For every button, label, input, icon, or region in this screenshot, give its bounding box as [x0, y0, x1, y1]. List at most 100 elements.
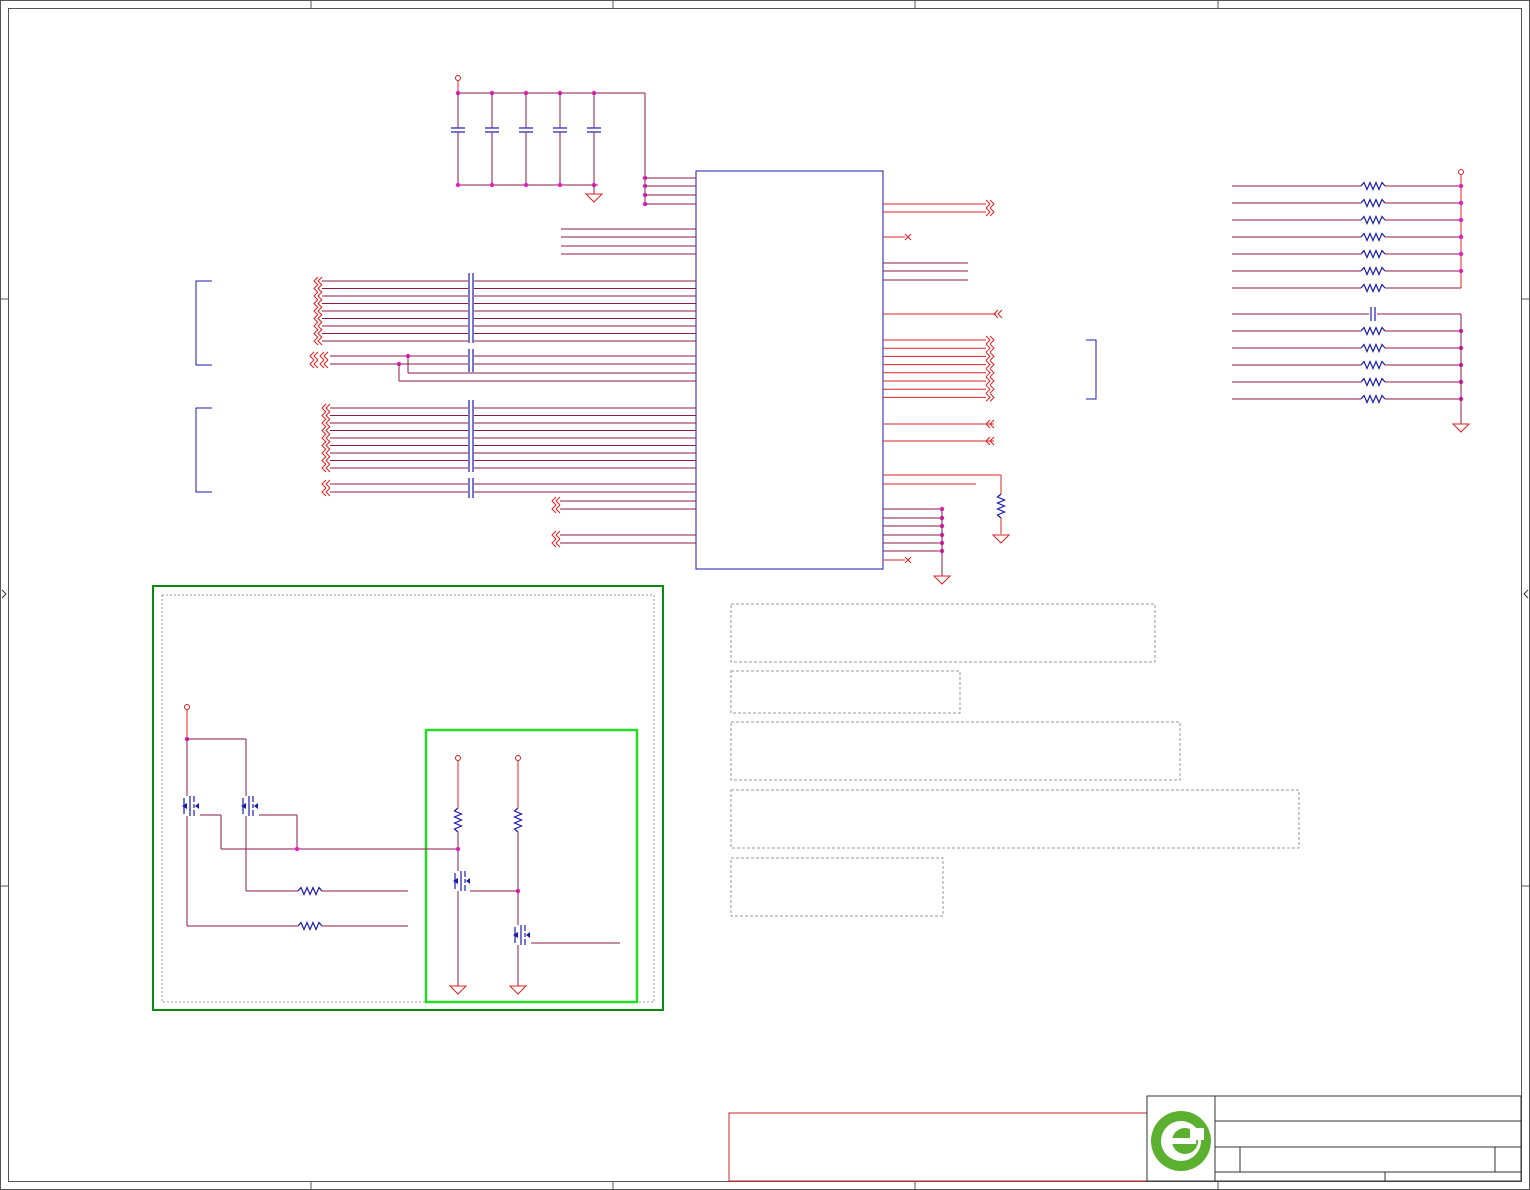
junction-dot: [1458, 251, 1464, 257]
note-box-1: [730, 603, 1156, 663]
junction-dot: [1458, 183, 1464, 189]
net-port-arrow-icon: [551, 496, 561, 506]
capacitor-icon: [485, 127, 499, 133]
net-port-arrow-icon: [319, 351, 329, 361]
junction-dot: [489, 182, 495, 188]
junction-dot: [455, 182, 461, 188]
capacitor-icon: [451, 127, 465, 133]
capacitor-icon: [519, 127, 533, 133]
logo-mark-icon: [1151, 1111, 1211, 1171]
capacitor-icon: [1370, 307, 1376, 321]
ground-symbol-icon: [991, 534, 1011, 544]
pull-resistor-array: [1232, 169, 1471, 433]
connector-bracket: [195, 280, 212, 366]
resistor-icon: [512, 807, 524, 833]
net-port-arrow-icon: [321, 456, 331, 465]
power-symbol-icon: [455, 755, 461, 761]
resistor-icon: [452, 807, 464, 833]
net-port-arrow-icon: [985, 343, 995, 353]
power-symbol-icon: [1458, 169, 1464, 175]
net-port-arrow-icon: [321, 411, 331, 420]
schematic-canvas: [0, 0, 1530, 1190]
note-boxes: [730, 603, 1300, 917]
net-port-arrow-icon: [321, 487, 331, 497]
junction-dot: [1458, 217, 1464, 223]
net-port-arrow-icon: [313, 314, 323, 323]
resistor-icon: [1360, 359, 1386, 371]
net-port-arrow-icon: [985, 368, 995, 378]
revision-box: [728, 1112, 1148, 1182]
mosfet-icon: [182, 796, 199, 816]
net-port-arrow-icon: [985, 360, 995, 369]
ground-symbol-icon: [1451, 423, 1471, 433]
net-port-arrow-icon: [985, 207, 995, 217]
resistor-icon: [1360, 231, 1386, 243]
junction-dot: [455, 846, 461, 852]
mosfet-icon: [453, 871, 470, 891]
net-port-arrow-icon: [313, 306, 323, 316]
resistor-icon: [1360, 376, 1386, 388]
capacitor-icon: [553, 127, 567, 133]
net-port-arrow-icon: [551, 504, 561, 514]
junction-dot: [1458, 268, 1464, 274]
junction-dot: [1458, 200, 1464, 206]
junction-dot: [557, 182, 563, 188]
power-symbol-icon: [515, 755, 521, 761]
level-shifter-block: [152, 585, 664, 1011]
net-port-arrow-icon: [551, 538, 561, 548]
net-port-arrow-icon: [313, 321, 323, 331]
net-port-arrow-icon: [321, 418, 331, 428]
main-ic-body: [695, 170, 884, 570]
ic-supply-pins: [561, 175, 696, 255]
schematic-sheet: [0, 0, 1530, 1190]
note-box-5: [730, 857, 944, 917]
power-symbol-icon: [184, 704, 190, 710]
decoupling-capacitor-bank: [455, 75, 646, 205]
group-inner-dashed-box: [161, 594, 655, 1003]
net-port-arrow-icon: [985, 199, 995, 209]
net-port-arrow-icon: [321, 403, 331, 413]
title-block: [1146, 1095, 1522, 1182]
net-port-arrow-icon: [321, 463, 331, 473]
note-box-3: [730, 721, 1181, 781]
ground-symbol-icon: [932, 575, 952, 585]
connector-bracket: [1086, 339, 1097, 400]
net-port-arrow-icon: [321, 433, 331, 443]
sheet-frame: [0, 0, 1530, 1190]
junction-dot: [1458, 234, 1464, 240]
net-port-arrow-icon: [321, 426, 331, 435]
no-connect-icon: [904, 233, 912, 241]
power-symbol-icon: [455, 75, 461, 81]
ground-symbol-icon: [584, 193, 604, 203]
right-bus-outputs: [883, 199, 1011, 585]
junction-dot: [294, 846, 300, 852]
net-port-arrow-icon: [313, 329, 323, 338]
resistor-icon: [297, 920, 323, 932]
net-port-arrow-icon: [313, 291, 323, 301]
net-port-arrow-icon: [313, 276, 323, 286]
net-port-arrow-icon: [309, 359, 319, 369]
resistor-icon: [1360, 180, 1386, 192]
resistor-icon: [1360, 342, 1386, 354]
resistor-icon: [297, 885, 323, 897]
net-port-arrow-icon: [985, 376, 995, 386]
net-port-arrow-icon: [313, 299, 323, 308]
net-port-arrow-icon: [313, 284, 323, 293]
ground-symbol-icon: [508, 985, 528, 995]
resistor-icon: [1360, 282, 1386, 294]
mosfet-icon: [513, 925, 530, 945]
net-port-arrow-icon: [319, 359, 329, 369]
resistor-icon: [1360, 248, 1386, 260]
group-outer-box: [152, 585, 664, 1011]
net-port-arrow-icon: [985, 335, 995, 345]
resistor-icon: [1360, 325, 1386, 337]
connector-bracket: [195, 407, 212, 493]
ground-symbol-icon: [448, 985, 468, 995]
no-connect-icon: [904, 556, 912, 564]
net-port-arrow-icon: [985, 384, 995, 394]
resistor-icon: [1360, 214, 1386, 226]
resistor-icon: [1360, 265, 1386, 277]
note-box-4: [730, 789, 1300, 849]
mosfet-icon: [241, 796, 258, 816]
level-shifter-circuit: [182, 704, 620, 995]
